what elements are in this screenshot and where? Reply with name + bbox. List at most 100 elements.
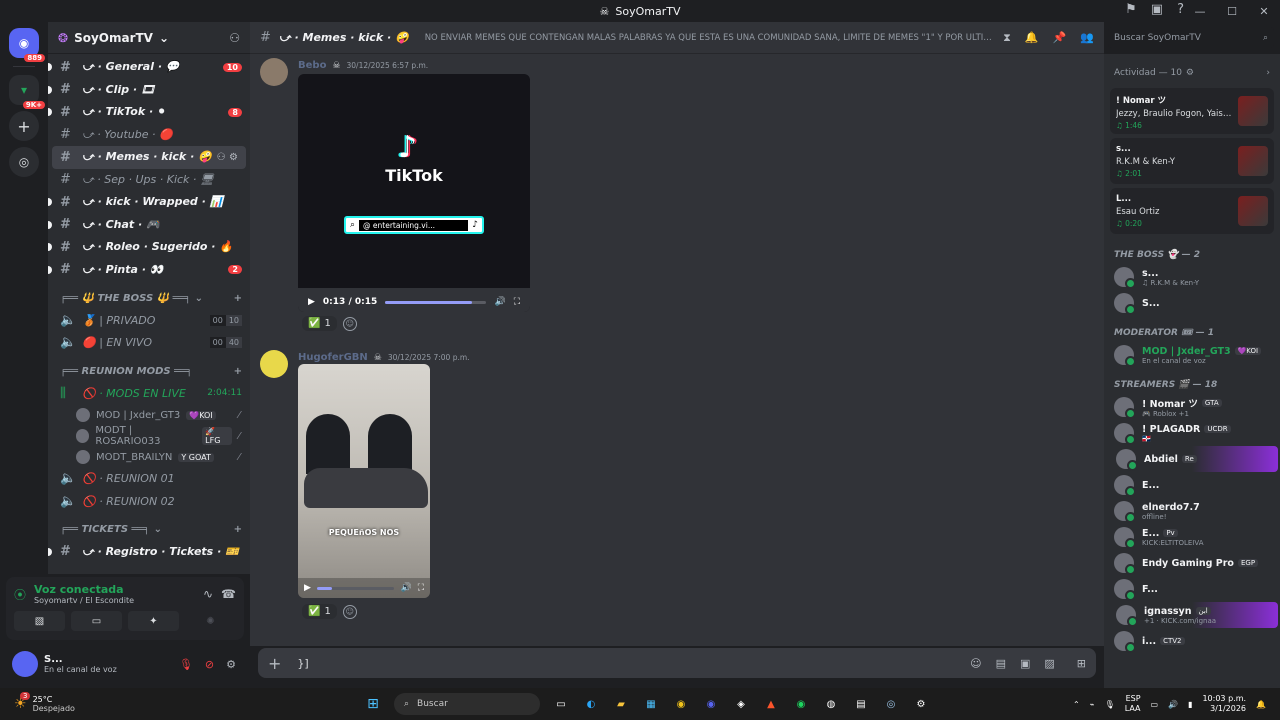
channel-item[interactable]: # ⤻ · TikTok · ⚫ 8 [48,101,250,124]
channel-item[interactable]: # ⤻ · kick · Wrapped · 📊 [48,191,250,214]
deafen-icon[interactable]: ⊘ [205,658,214,671]
voice-user[interactable]: MOD | Jxder_GT3 💜KOI ⁄ [48,405,250,426]
members-icon[interactable]: 👥 [1080,31,1094,45]
member-item[interactable]: E... [1104,472,1280,498]
channel-item[interactable]: # ⤻ · Roleo · Sugerido · 🔥 [48,236,250,259]
minimize-button[interactable]: — [1184,5,1216,18]
member-item[interactable]: Endy Gaming Pro EGP [1104,550,1280,576]
channel-tickets[interactable]: # ⤻ · Registro · Tickets · 🎫 [48,541,250,564]
channel-item[interactable]: # ⤻ · Sep · Ups · Kick · 🖥 [48,169,250,192]
language-indicator[interactable]: ESP LAA [1125,694,1141,715]
voice-channel-item[interactable]: 🔈 🚫 · REUNION 02 [48,490,250,513]
store-icon[interactable]: ▦ [642,695,660,713]
member-item[interactable]: i... CTV2 [1104,628,1280,654]
noise-suppression-icon[interactable]: ∿ [203,587,213,601]
sticker-icon[interactable]: ▣ [1020,657,1030,670]
flag-icon[interactable]: ⚑ [1125,2,1137,17]
discord-icon[interactable]: ◉ [702,695,720,713]
screen-share-button[interactable]: ▭ [71,611,122,631]
obs-icon[interactable]: ◍ [822,695,840,713]
channel-item[interactable]: # ⤻ · Youtube · 🔴 [48,124,250,147]
brave-icon[interactable]: ▲ [762,695,780,713]
home-button[interactable]: ◉ 889 [9,28,45,62]
voice-channel-item[interactable]: 🔈 🔴 | EN VIVO 00 40 [48,332,250,355]
notification-bell-icon[interactable]: 🔔 [1256,700,1266,709]
activity-card[interactable]: ! Nomar ツ Jezzy, Braulio Fogon, Yaisel...… [1110,88,1274,134]
settings-icon[interactable]: ⚙ [912,695,930,713]
voice-user[interactable]: MODT_BRAILYN Y GOAT ⁄ [48,447,250,468]
add-reaction-icon[interactable]: ☺ [342,604,357,619]
taskbar-search[interactable]: ⌕ Buscar [394,693,540,715]
guild-header[interactable]: ❂ SoyOmarTV ⌄ ⚇ [48,22,250,54]
category-tickets[interactable]: ╒══ TICKETS ══╕ ⌄ + [48,519,250,541]
emoji-icon[interactable]: ☺ [970,657,981,670]
member-item[interactable]: elnerdo7.7 offline! [1104,498,1280,524]
avatar[interactable] [12,651,38,677]
member-item[interactable]: ignassyn ابن +1 · KICK.com/ignaa [1106,602,1278,628]
maximize-button[interactable]: ☐ [1216,5,1248,18]
edge-icon[interactable]: ◐ [582,695,600,713]
member-item[interactable]: ! PLAGADR UCDR 🇩🇴 [1104,420,1280,446]
search-input[interactable]: Buscar SoyOmarTV ⌕ [1108,27,1274,48]
chrome-icon[interactable]: ◉ [672,695,690,713]
help-icon[interactable]: ? [1177,2,1184,17]
voice-user[interactable]: MODT | ROSARIO033 🚀LFG ⁄ [48,425,250,447]
inbox-icon[interactable]: ▣ [1151,2,1163,17]
voice-channel-item[interactable]: 🔈 🚫 · REUNION 01 [48,468,250,491]
server-soyomartv[interactable]: ▾ 9K+ [9,75,45,109]
video-embed[interactable]: ♪ TikTok ⌕ @ entertaining.vi... ♪ ▶ 0:13… [298,74,530,312]
message-author[interactable]: Bebo [298,60,326,71]
gear-icon[interactable]: ⚙ [226,658,236,671]
member-item[interactable]: Abdiel Re [1106,446,1278,472]
category-reunion[interactable]: ╒══ REUNION MODS ══╕ + [48,360,250,382]
composer-text[interactable]: }] [297,657,308,670]
voice-channel-item[interactable]: 🔈 🥉 | PRIVADO 00 10 [48,309,250,332]
member-item[interactable]: s... ♫ R.K.M & Ken-Y [1104,264,1280,290]
member-item[interactable]: F... [1104,576,1280,602]
member-item[interactable]: MOD | Jxder_GT3 💜KOI En el canal de voz [1104,342,1280,368]
channel-item[interactable]: # ⤻ · General · 💬 10 [48,56,250,79]
category-boss[interactable]: ╒══ 🔱 THE BOSS 🔱 ══╕ ⌄ + [48,287,250,309]
volume-icon[interactable]: 🔊 [1168,700,1178,709]
voice-channel-live[interactable]: ⫼ 🚫 · MODS EN LIVE 2:04:11 [48,382,250,405]
explore-button[interactable]: ◎ [9,147,39,177]
close-button[interactable]: ✕ [1248,5,1280,18]
file-explorer-icon[interactable]: ▰ [612,695,630,713]
activity-header[interactable]: Actividad — 10 ⚙ › [1104,54,1280,84]
pin-icon[interactable]: 📌 [1053,31,1067,45]
spotify-icon[interactable]: ◉ [792,695,810,713]
plus-icon[interactable]: + [234,524,242,535]
apps-icon[interactable]: ⊞ [1077,657,1086,670]
soundboard-button[interactable]: ✺ [185,611,236,631]
battery-icon[interactable]: ▮ [1188,700,1192,709]
volume-icon[interactable]: 🔊 [494,297,505,307]
windows-start-icon[interactable]: ⊞ [364,695,382,713]
message-author[interactable]: HugoferGBN [298,352,368,363]
reaction-button[interactable]: ✅ 1 [302,316,337,331]
steam-icon[interactable]: ◎ [882,695,900,713]
network-icon[interactable]: ⌁ [1090,700,1095,709]
roblox-icon[interactable]: ◈ [732,695,750,713]
avatar[interactable] [260,58,288,86]
plus-icon[interactable]: + [234,293,242,304]
display-icon[interactable]: ▭ [1151,700,1159,709]
gif-icon[interactable]: ▤ [996,657,1006,670]
activity-card[interactable]: L... Esau Ortiz ♫ 0:20 [1110,188,1274,234]
play-icon[interactable]: ▶ [308,297,315,307]
activity-card[interactable]: s... R.K.M & Ken-Y ♫ 2:01 [1110,138,1274,184]
task-view-icon[interactable]: ▭ [552,695,570,713]
member-item[interactable]: ! Nomar ツ GTA 🎮 Roblox +1 [1104,394,1280,420]
member-item[interactable]: S... [1104,290,1280,316]
upload-plus-icon[interactable]: + [268,654,281,673]
activities-button[interactable]: ✦ [128,611,179,631]
channel-item[interactable]: # ⤻ · Memes · kick · 🤪 ⚇ ⚙ [52,146,246,169]
user-name[interactable]: S... [44,654,117,665]
camera-off-button[interactable]: ▧ [14,611,65,631]
mic-icon[interactable]: 🎙 [1105,700,1115,709]
threads-icon[interactable]: ⧗ [1003,31,1011,45]
channel-settings-icons[interactable]: ⚇ ⚙ [217,152,238,163]
channel-item[interactable]: # ⤻ · Clip · 🎞 [48,79,250,102]
message-composer[interactable]: + }] ☺ ▤ ▣ ▨ ⊞ [258,648,1096,678]
voice-location[interactable]: Soyomartv / El Escondite [34,596,134,605]
add-member-icon[interactable]: ⚇ [229,31,240,45]
